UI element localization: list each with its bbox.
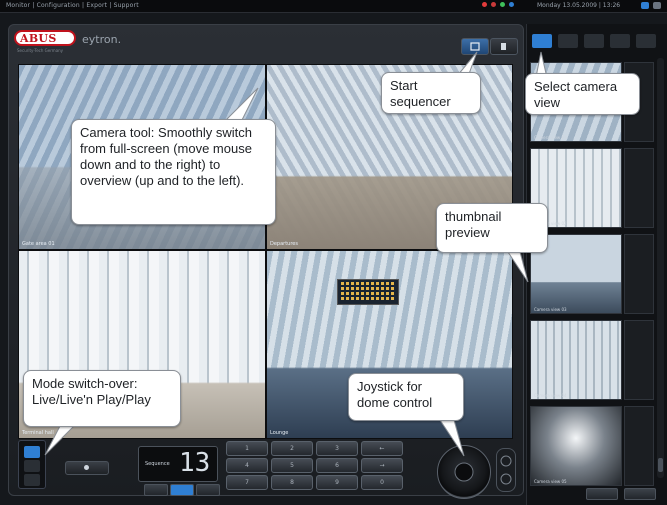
fullscreen-icon[interactable] xyxy=(610,34,630,48)
camera-label: Terminal hall xyxy=(22,430,54,436)
keypad-key[interactable]: 8 xyxy=(271,475,313,490)
thumbnail-info xyxy=(624,320,654,400)
keypad-key[interactable]: 4 xyxy=(226,458,268,473)
network-status-icon xyxy=(500,2,505,7)
page-prev-button[interactable] xyxy=(586,488,618,500)
prev-button[interactable] xyxy=(144,484,168,496)
mode-switch[interactable] xyxy=(18,440,46,489)
live-mode-icon[interactable] xyxy=(24,446,40,458)
play-mode-icon[interactable] xyxy=(24,474,40,486)
keypad-key[interactable]: 3 xyxy=(316,441,358,456)
abus-logo: ABUS xyxy=(14,30,76,46)
camera-view-icon[interactable] xyxy=(532,34,552,48)
callout-thumbnail-preview: thumbnail preview xyxy=(436,203,548,253)
status-indicators xyxy=(482,2,514,7)
minimize-icon[interactable] xyxy=(641,2,649,9)
keypad-key[interactable]: 9 xyxy=(316,475,358,490)
keypad: 1 2 3 ← 4 5 6 → 7 8 9 0 xyxy=(226,441,406,491)
display-label: Sequence xyxy=(145,461,170,467)
callout-mode-switch: Mode switch-over: Live/Live'n Play/Play xyxy=(23,370,181,427)
thumbnail-caption: Camera view 03 xyxy=(534,307,567,312)
thumbnail[interactable]: Camera view 04 xyxy=(530,320,622,400)
keypad-key[interactable]: 5 xyxy=(271,458,313,473)
top-status-bar: Monitor | Configuration | Export | Suppo… xyxy=(0,0,667,13)
thumbnail-info xyxy=(624,234,654,314)
scrollbar-thumb[interactable] xyxy=(658,458,663,472)
keypad-key[interactable]: 7 xyxy=(226,475,268,490)
grid-icon[interactable] xyxy=(558,34,578,48)
callout-camera-tool: Camera tool: Smoothly switch from full-s… xyxy=(71,119,276,225)
date-time: Monday 13.05.2009 | 13:26 xyxy=(537,2,621,9)
brand-tagline: Security-Tech Germany xyxy=(17,48,64,53)
app-window: Monitor | Configuration | Export | Suppo… xyxy=(0,0,667,505)
zoom-icon xyxy=(500,455,512,485)
grid-button[interactable] xyxy=(170,484,194,496)
display-value: 13 xyxy=(179,448,211,478)
next-button[interactable] xyxy=(196,484,220,496)
keypad-key[interactable]: 6 xyxy=(316,458,358,473)
keypad-key[interactable]: ← xyxy=(361,441,403,456)
callout-select-camera-view: Select camera view xyxy=(525,73,640,115)
thumbnail-scrollbar[interactable] xyxy=(657,58,664,478)
record-status-icon xyxy=(491,2,496,7)
stop-icon xyxy=(501,43,506,50)
camera-label: Lounge xyxy=(270,430,289,436)
keypad-key[interactable]: 1 xyxy=(226,441,268,456)
live-play-mode-icon[interactable] xyxy=(24,460,40,472)
record-icon xyxy=(84,465,89,470)
info-status-icon xyxy=(509,2,514,7)
record-button[interactable] xyxy=(65,461,109,475)
thumbnail[interactable]: Camera view 05 xyxy=(530,406,622,486)
callout-joystick: Joystick for dome control xyxy=(348,373,464,421)
keypad-key[interactable]: → xyxy=(361,458,403,473)
split-icon[interactable] xyxy=(584,34,604,48)
sequencer-icon xyxy=(470,42,480,51)
thumbnail-info xyxy=(624,148,654,228)
top-menu[interactable]: Monitor | Configuration | Export | Suppo… xyxy=(6,2,139,9)
joystick[interactable] xyxy=(437,445,491,499)
camera-label: Departures xyxy=(270,241,298,247)
callout-start-sequencer: Start sequencer xyxy=(381,72,481,114)
keypad-key[interactable]: 0 xyxy=(361,475,403,490)
joystick-icon xyxy=(454,462,474,482)
alarm-status-icon xyxy=(482,2,487,7)
start-sequencer-button[interactable] xyxy=(461,38,489,55)
close-icon[interactable] xyxy=(653,2,661,9)
product-name: eytron. xyxy=(82,33,122,46)
thumbnail-caption: Camera view 01 xyxy=(534,135,567,140)
thumbnail-caption: Camera view 05 xyxy=(534,479,567,484)
settings-icon[interactable] xyxy=(636,34,656,48)
thumbnail-info xyxy=(624,406,654,486)
stop-sequencer-button[interactable] xyxy=(490,38,518,55)
keypad-key[interactable]: 2 xyxy=(271,441,313,456)
departure-board xyxy=(337,279,399,305)
sequence-display: Sequence 13 xyxy=(138,446,218,482)
page-next-button[interactable] xyxy=(624,488,656,500)
camera-view-toolbar xyxy=(528,34,665,50)
camera-label: Gate area 01 xyxy=(22,241,55,247)
thumbnail-caption: Camera view 04 xyxy=(534,393,567,398)
zoom-control[interactable] xyxy=(496,448,516,492)
